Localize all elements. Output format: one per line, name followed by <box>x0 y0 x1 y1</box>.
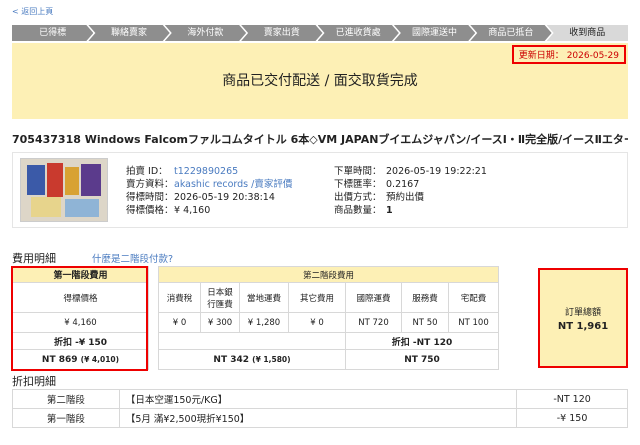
quantity-value: 1 <box>386 205 393 216</box>
step-5: 已進收貨處 <box>318 25 399 41</box>
win-price-value: ¥ 4,160 <box>174 205 211 216</box>
val-consumption-tax: ¥ 0 <box>158 312 201 333</box>
stage1-header: 第一階段費用 <box>12 266 149 283</box>
update-date: 更新日期： 2026-05-29 <box>511 45 626 64</box>
exchange-rate-label: 下標匯率： <box>334 179 382 190</box>
auction-info: 拍賣 ID： t1229890265 賣方資料：akashic records /… <box>126 165 292 217</box>
fees-table: 第一階段費用 第二階段費用 得標價格 消費稅 日本銀行匯費 當地運費 其它費用 … <box>12 266 499 370</box>
order-progress-steps: 已得標 聯絡賣家 海外付款 賣家出貨 已進收貨處 國際運送中 商品已抵台 收到商… <box>12 25 628 41</box>
win-price-label: 得標價格： <box>126 205 174 216</box>
step-8-current: 收到商品 <box>546 25 628 41</box>
quantity-label: 商品數量： <box>334 205 382 216</box>
update-date-label: 更新日期： <box>518 51 564 61</box>
bid-method-label: 出價方式： <box>334 192 382 203</box>
discount-stage: 第二階段 <box>12 389 120 409</box>
fees-section-title: 費用明細 <box>12 252 56 265</box>
table-row: 第二階段 【日本空運150元/KG】 -NT 120 <box>12 389 628 409</box>
col-local-shipping: 當地運費 <box>239 282 289 313</box>
stage2-total-yen-nt: NT 342 <box>213 354 250 365</box>
stage2-header: 第二階段費用 <box>158 266 499 283</box>
stage2-discount: 折扣 -NT 120 <box>345 332 499 350</box>
col-service-fee: 服務費 <box>401 282 449 313</box>
stage1-total-yen: (¥ 4,010) <box>80 354 120 364</box>
stage1-col-winprice: 得標價格 <box>12 282 149 313</box>
product-thumbnail[interactable] <box>20 158 108 222</box>
exchange-rate-value: 0.2167 <box>386 179 420 190</box>
bid-method-value: 預約出價 <box>386 192 425 203</box>
discount-desc: 【日本空運150元/KG】 <box>118 389 518 409</box>
discount-amount: -NT 120 <box>516 389 628 409</box>
col-bank-fee: 日本銀行匯費 <box>200 282 240 313</box>
discount-table: 第二階段 【日本空運150元/KG】 -NT 120 第一階段 【5月 滿¥2,… <box>12 389 628 428</box>
val-local-shipping: ¥ 1,280 <box>239 312 289 333</box>
stage2-total-yen-sub: (¥ 1,580) <box>252 354 291 364</box>
auction-id-link[interactable]: t1229890265 <box>174 166 238 177</box>
order-total-label: 訂單總額 <box>564 308 601 318</box>
stage2-total-yen: NT 342 (¥ 1,580) <box>158 349 346 370</box>
col-consumption-tax: 消費稅 <box>158 282 201 313</box>
discount-desc: 【5月 滿¥2,500現折¥150】 <box>118 408 518 428</box>
val-other-fees: ¥ 0 <box>288 312 346 333</box>
seller-label: 賣方資料： <box>126 179 174 190</box>
product-title: 705437318 Windows Falcomファルコムタイトル 6本◇VM … <box>12 133 628 146</box>
two-stage-help-link[interactable]: 什麼是二階段付款? <box>92 251 173 265</box>
step-2: 聯絡賣家 <box>88 25 169 41</box>
seller-rating-link[interactable]: /賣家評價 <box>251 179 292 190</box>
update-date-value: 2026-05-29 <box>566 51 619 61</box>
status-title: 商品已交付配送 / 面交取貨完成 <box>222 73 418 89</box>
col-delivery-fee: 宅配費 <box>448 282 499 313</box>
stage1-winprice-value: ¥ 4,160 <box>12 312 149 333</box>
order-time-value: 2026-05-19 19:22:21 <box>386 166 487 177</box>
order-total-box: 訂單總額 NT 1,961 <box>538 268 628 368</box>
step-1: 已得標 <box>12 25 93 41</box>
table-row: 第一階段 【5月 滿¥2,500現折¥150】 -¥ 150 <box>12 408 628 428</box>
back-link[interactable]: < 返回上頁 <box>12 6 53 17</box>
step-6: 國際運送中 <box>394 25 475 41</box>
auction-id-label: 拍賣 ID： <box>126 166 168 177</box>
stage2-total-nt: NT 750 <box>345 349 499 370</box>
val-delivery-fee: NT 100 <box>448 312 499 333</box>
discount-amount: -¥ 150 <box>516 408 628 428</box>
product-card: 拍賣 ID： t1229890265 賣方資料：akashic records /… <box>12 152 628 228</box>
discount-stage: 第一階段 <box>12 408 120 428</box>
order-info: 下單時間： 2026-05-19 19:22:21 下標匯率： 0.2167 出價方… <box>334 165 487 217</box>
step-3: 海外付款 <box>165 25 246 41</box>
stage1-discount: 折扣 -¥ 150 <box>12 332 149 350</box>
stage1-total-nt: NT 869 <box>41 354 78 365</box>
order-total-value: NT 1,961 <box>557 321 609 332</box>
win-time-label: 得標時間： <box>126 192 174 203</box>
discount-section-title: 折扣明細 <box>12 375 56 388</box>
val-intl-shipping: NT 720 <box>345 312 402 333</box>
seller-link[interactable]: akashic records <box>174 179 248 190</box>
win-time-value: 2026-05-19 20:38:14 <box>174 192 275 203</box>
order-time-label: 下單時間： <box>334 166 382 177</box>
step-4: 賣家出貨 <box>241 25 322 41</box>
step-7: 商品已抵台 <box>470 25 551 41</box>
col-intl-shipping: 國際運費 <box>345 282 402 313</box>
stage1-total: NT 869 (¥ 4,010) <box>12 349 149 370</box>
col-other-fees: 其它費用 <box>288 282 346 313</box>
val-service-fee: NT 50 <box>401 312 449 333</box>
status-banner: 更新日期： 2026-05-29 商品已交付配送 / 面交取貨完成 <box>12 43 628 119</box>
val-bank-fee: ¥ 300 <box>200 312 240 333</box>
